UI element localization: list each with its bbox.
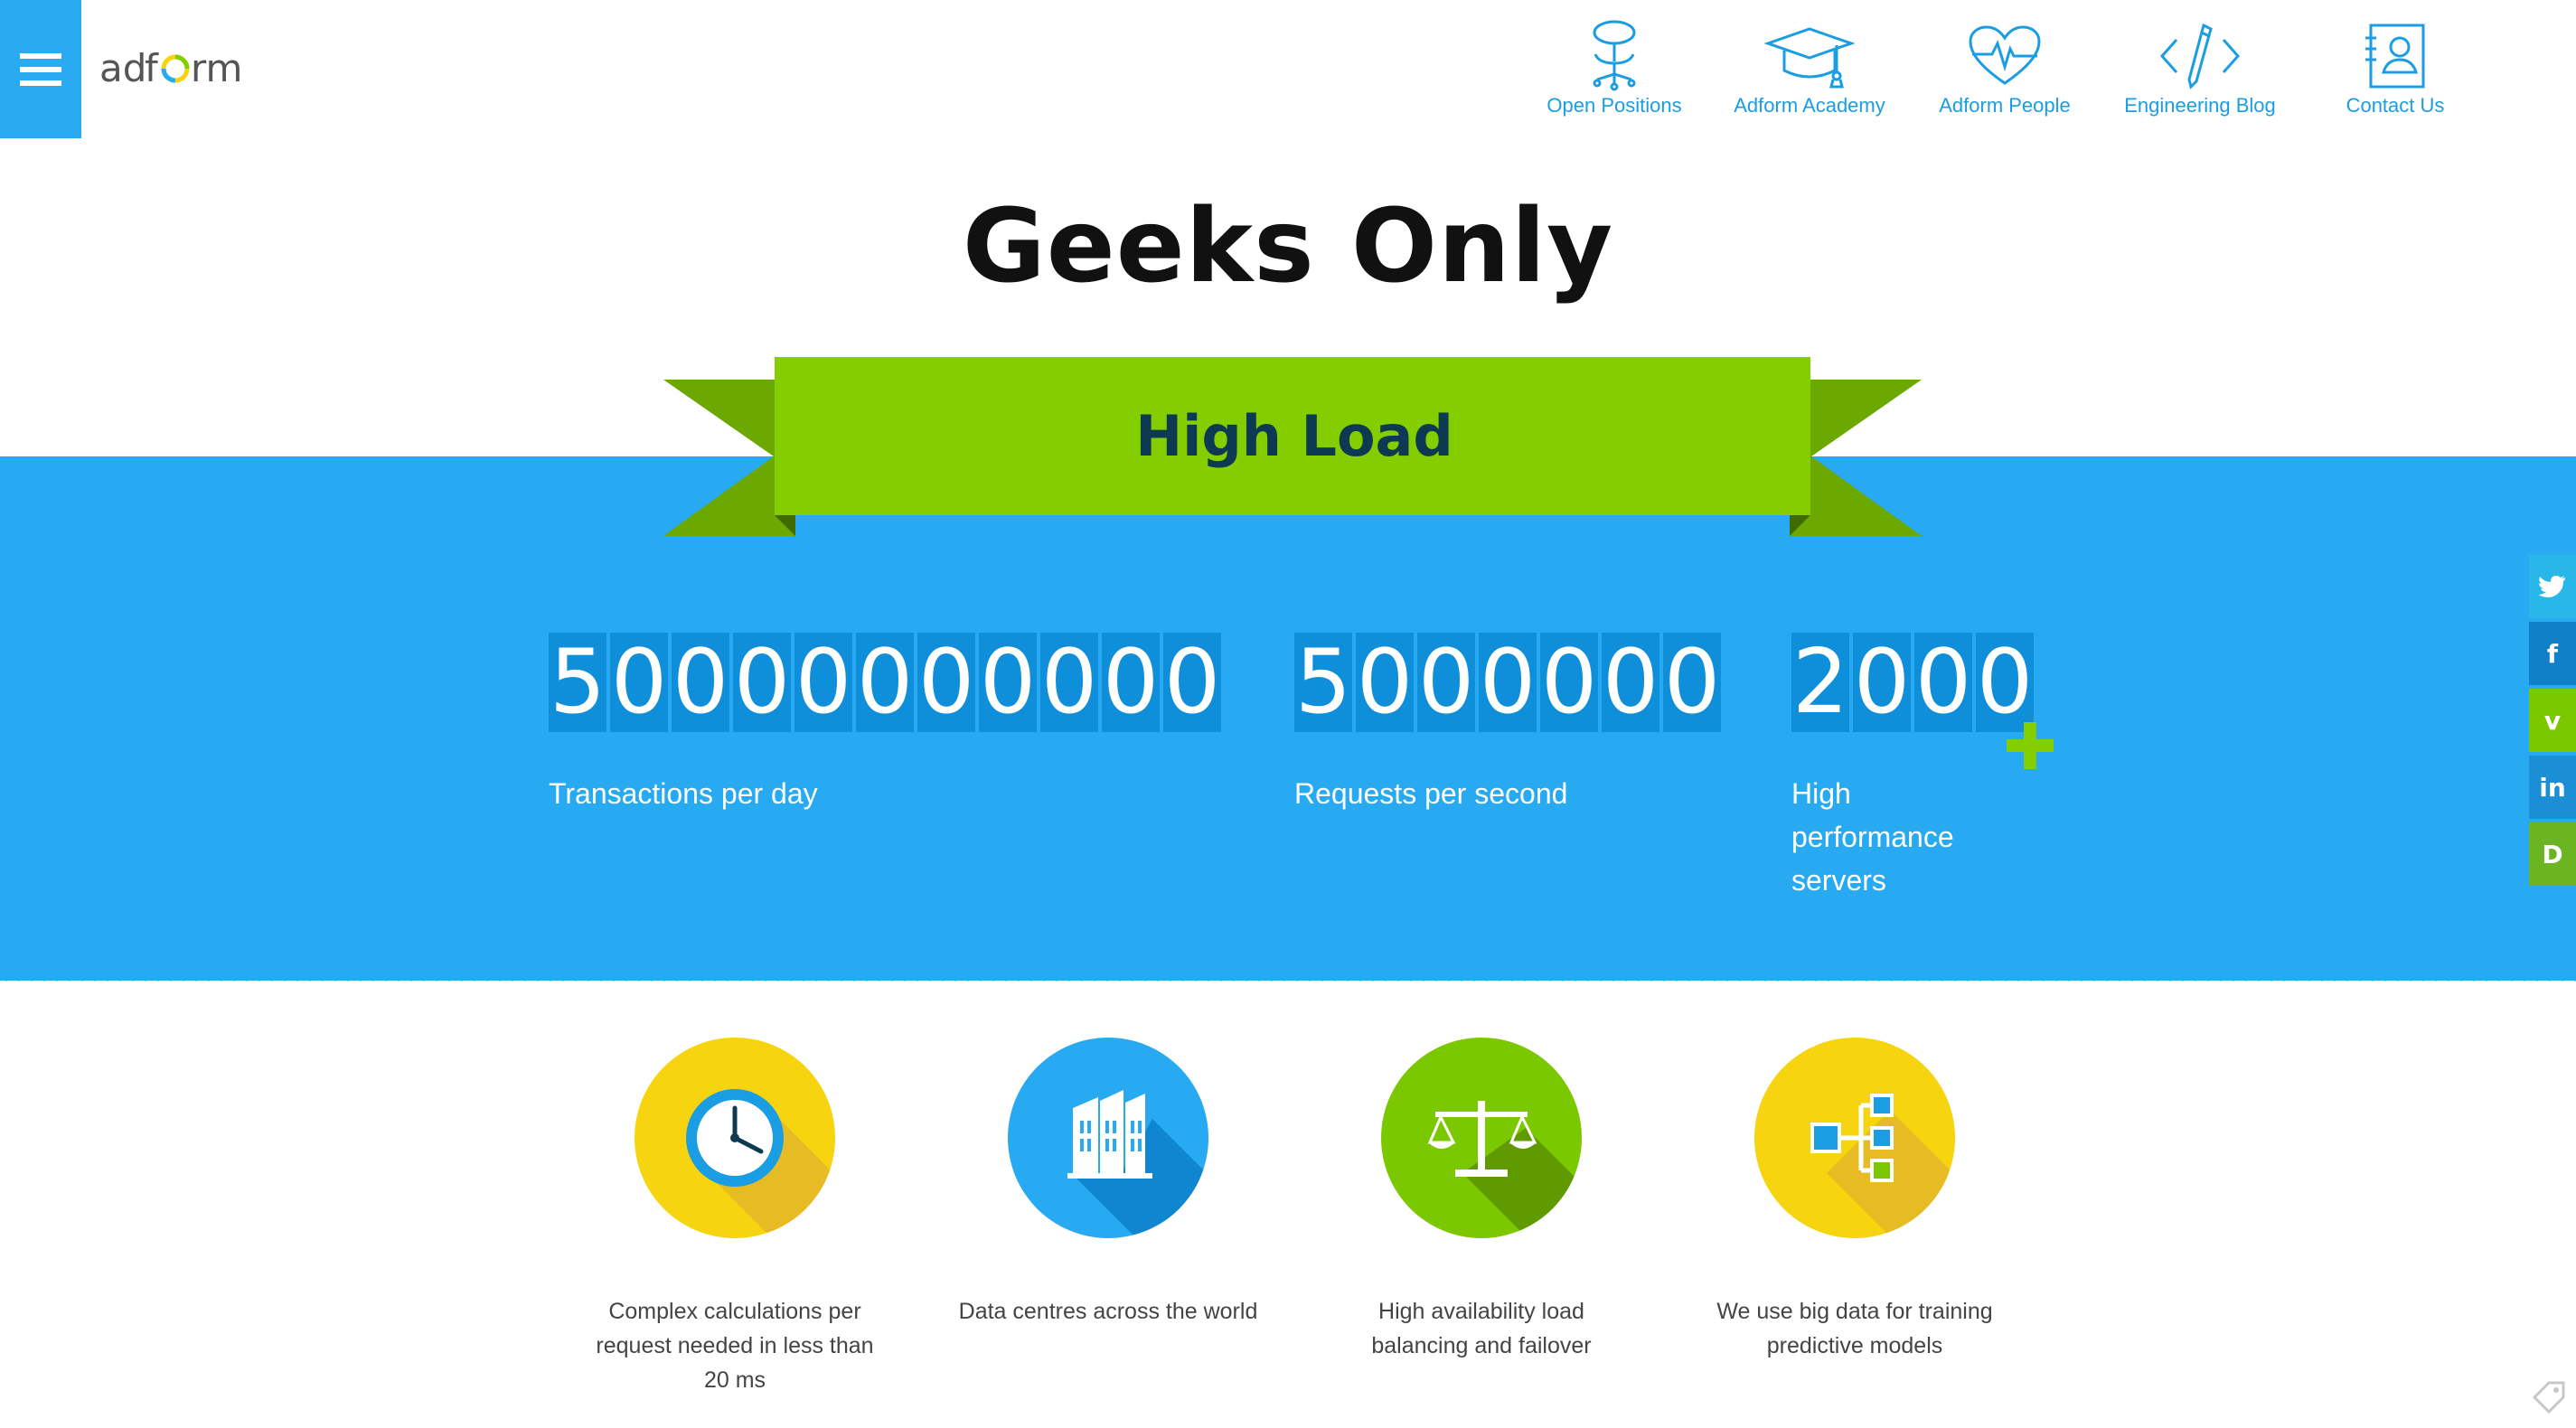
twitter-icon[interactable] — [2529, 555, 2576, 618]
vimeo-icon[interactable]: v — [2529, 689, 2576, 752]
counter-digit: 0 — [1976, 631, 2034, 734]
feature-fast-calculations: Complex calculations per request needed … — [581, 1038, 888, 1397]
blog-icon[interactable]: D — [2529, 822, 2576, 886]
counter-digit: 0 — [733, 631, 791, 734]
stat-label: Requests per second — [1294, 777, 1568, 810]
nav-label: Contact Us — [2346, 94, 2445, 117]
buildings-icon — [1008, 1038, 1208, 1238]
adform-logo-image: ad f rm — [99, 46, 242, 90]
counter-digit: 0 — [979, 631, 1037, 734]
svg-text:f: f — [145, 46, 159, 90]
counter-digit: 0 — [672, 631, 729, 734]
counter-digit: 0 — [1540, 631, 1598, 734]
top-navigation: Open Positions Adform Academy Adform Peo… — [1517, 13, 2493, 117]
nav-adform-people[interactable]: Adform People — [1907, 13, 2102, 117]
clock-icon — [635, 1038, 835, 1238]
feature-big-data: We use big data for training predictive … — [1701, 1038, 2008, 1363]
nav-label: Adform People — [1939, 94, 2071, 117]
counter-digit: 2 — [1791, 631, 1849, 734]
counter-digits: 5 0 0 0 0 0 0 0 0 0 0 — [549, 633, 1221, 732]
stat-requests: 5 0 0 0 0 0 0 Requests per second — [1294, 633, 1721, 815]
stat-label: High performance servers — [1791, 777, 1954, 897]
social-sidebar: f v in D — [2529, 555, 2576, 889]
counter-digits: 2 0 0 0 — [1791, 633, 2034, 732]
counter-digit: 0 — [1914, 631, 1972, 734]
counter-digit: 0 — [1356, 631, 1414, 734]
feature-text: Complex calculations per request needed … — [596, 1299, 874, 1393]
nav-adform-academy[interactable]: Adform Academy — [1712, 13, 1907, 117]
nav-label: Open Positions — [1547, 94, 1682, 117]
counter-digit: 0 — [1853, 631, 1911, 734]
adform-logo[interactable]: ad f rm — [98, 40, 248, 94]
counter-digit: 0 — [1602, 631, 1659, 734]
counter-digit: 0 — [1102, 631, 1160, 734]
nav-open-positions[interactable]: Open Positions — [1517, 13, 1712, 117]
nav-contact-us[interactable]: Contact Us — [2298, 13, 2493, 117]
svg-text:rm: rm — [191, 46, 242, 90]
counter-digit: 0 — [1417, 631, 1475, 734]
stat-transactions: 5 0 0 0 0 0 0 0 0 0 0 Transactions per d… — [549, 633, 1221, 815]
feature-text: High availability load balancing and fai… — [1371, 1299, 1592, 1358]
counter-digit: 0 — [610, 631, 668, 734]
feature-text: We use big data for training predictive … — [1716, 1299, 1993, 1358]
nav-label: Adform Academy — [1734, 94, 1885, 117]
hamburger-icon — [20, 52, 61, 86]
linkedin-icon[interactable]: in — [2529, 756, 2576, 819]
heart-pulse-icon — [1967, 20, 2043, 92]
graduation-cap-icon — [1764, 20, 1855, 92]
flowchart-icon — [1754, 1038, 1955, 1238]
counter-digit: 0 — [1479, 631, 1537, 734]
counter-digit: 0 — [1663, 631, 1721, 734]
counter-digit: 5 — [549, 631, 606, 734]
nav-engineering-blog[interactable]: Engineering Blog — [2102, 13, 2298, 117]
stat-servers: 2 0 0 0 High performance servers — [1791, 633, 2034, 902]
contact-card-icon — [2364, 20, 2427, 92]
ribbon-title: High Load — [1135, 403, 1453, 469]
counter-digits: 5 0 0 0 0 0 0 — [1294, 633, 1721, 732]
feature-load-balancing: High availability load balancing and fai… — [1328, 1038, 1635, 1363]
counter-digit: 0 — [794, 631, 852, 734]
page-title: Geeks Only — [962, 188, 1614, 305]
band-zigzag-edge — [0, 974, 2576, 985]
svg-text:ad: ad — [99, 46, 146, 90]
code-pencil-icon — [2157, 20, 2243, 92]
chair-icon — [1584, 20, 1644, 92]
counter-digit: 5 — [1294, 631, 1352, 734]
counter-digit: 0 — [917, 631, 975, 734]
tag-icon[interactable] — [2531, 1379, 2567, 1415]
nav-label: Engineering Blog — [2124, 94, 2276, 117]
feature-text: Data centres across the world — [958, 1299, 1258, 1324]
plus-icon — [2007, 722, 2054, 769]
feature-data-centres: Data centres across the world — [954, 1038, 1262, 1329]
counter-digit: 0 — [1163, 631, 1221, 734]
counter-digit: 0 — [856, 631, 914, 734]
counter-digit: 0 — [1040, 631, 1098, 734]
stat-label: Transactions per day — [549, 777, 818, 810]
hamburger-menu-button[interactable] — [0, 0, 81, 138]
facebook-icon[interactable]: f — [2529, 622, 2576, 685]
scales-icon — [1381, 1038, 1582, 1238]
